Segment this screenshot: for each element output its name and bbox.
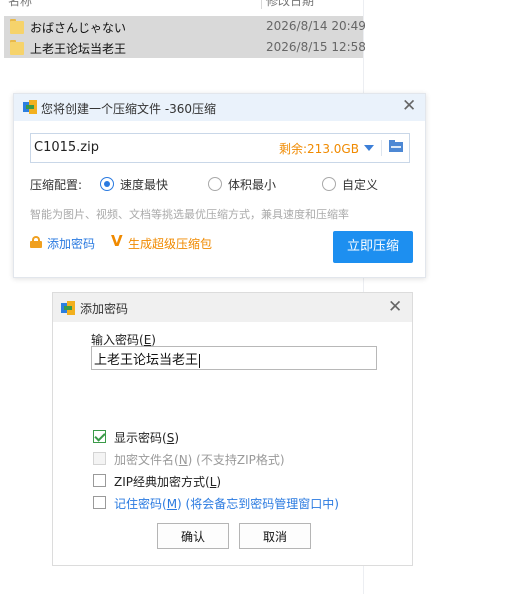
360zip-app-icon <box>23 100 37 114</box>
close-icon[interactable]: ✕ <box>402 98 416 115</box>
archive-path-field[interactable]: C1015.zip 剩余:213.0GB <box>30 133 410 163</box>
remember-password-label[interactable]: 记住密码(M) (将会备忘到密码管理窗口中) <box>114 495 339 512</box>
file-row[interactable]: 上老王论坛当老王 2026/8/15 12:58 <box>4 37 366 58</box>
add-password-link[interactable]: 添加密码 <box>47 235 95 252</box>
show-password-checkbox[interactable] <box>93 430 106 443</box>
vip-v-icon: V <box>111 232 123 250</box>
folder-icon <box>10 19 24 34</box>
close-icon[interactable]: ✕ <box>388 299 402 316</box>
password-input[interactable]: 上老王论坛当老王 <box>91 346 377 370</box>
column-separator[interactable] <box>261 0 262 9</box>
file-name: 上老王论坛当老王 <box>30 42 127 56</box>
column-header-name[interactable]: 名称 <box>8 0 32 8</box>
show-password-label[interactable]: 显示密码(S) <box>114 429 179 446</box>
column-header-date[interactable]: 修改日期 <box>266 0 314 8</box>
file-row[interactable]: おばさんじゃない 2026/8/14 20:49 <box>4 16 366 37</box>
radio-smallest-label[interactable]: 体积最小 <box>228 176 276 193</box>
file-date: 2026/8/15 12:58 <box>266 40 366 54</box>
file-name: おばさんじゃない <box>30 21 127 35</box>
compress-now-button[interactable]: 立即压缩 <box>333 231 413 263</box>
archive-filename[interactable]: C1015.zip <box>34 140 99 155</box>
lock-icon[interactable] <box>30 236 42 248</box>
zip-classic-encryption-label[interactable]: ZIP经典加密方式(L) <box>114 473 221 490</box>
confirm-button[interactable]: 确认 <box>157 523 229 549</box>
file-date: 2026/8/14 20:49 <box>266 19 366 33</box>
browse-folder-icon[interactable] <box>389 140 403 154</box>
compress-dialog-titlebar[interactable]: 您将创建一个压缩文件 -360压缩 ✕ <box>14 94 425 121</box>
encrypt-filename-label: 加密文件名(N) (不支持ZIP格式) <box>114 453 285 467</box>
password-dialog-title: 添加密码 <box>80 302 129 316</box>
encrypt-filename-checkbox <box>93 452 106 465</box>
compress-dialog-title: 您将创建一个压缩文件 -360压缩 <box>41 102 217 116</box>
radio-fastest-label[interactable]: 速度最快 <box>120 176 168 193</box>
super-package-link[interactable]: 生成超级压缩包 <box>128 235 212 252</box>
compress-dialog: 您将创建一个压缩文件 -360压缩 ✕ C1015.zip 剩余:213.0GB… <box>13 93 426 278</box>
cancel-button[interactable]: 取消 <box>239 523 311 549</box>
radio-custom-label[interactable]: 自定义 <box>342 176 378 193</box>
zip-classic-encryption-checkbox[interactable] <box>93 474 106 487</box>
add-password-dialog: 添加密码 ✕ 输入密码(E) 上老王论坛当老王 显示密码(S) 加密文件名(N)… <box>52 292 413 566</box>
compress-hint-text: 智能为图片、视频、文档等挑选最优压缩方式，兼具速度和压缩率 <box>30 208 349 221</box>
radio-fastest[interactable] <box>100 177 114 191</box>
password-value: 上老王论坛当老王 <box>94 353 199 368</box>
360zip-app-icon <box>61 301 75 315</box>
compress-config-label: 压缩配置: <box>30 178 83 192</box>
dropdown-arrow-icon[interactable] <box>364 145 374 151</box>
free-space-label: 剩余:213.0GB <box>279 142 359 156</box>
divider <box>381 140 382 156</box>
folder-icon <box>10 40 24 55</box>
password-dialog-titlebar[interactable]: 添加密码 ✕ <box>53 293 412 322</box>
radio-custom[interactable] <box>322 177 336 191</box>
remember-password-checkbox[interactable] <box>93 496 106 509</box>
radio-smallest[interactable] <box>208 177 222 191</box>
